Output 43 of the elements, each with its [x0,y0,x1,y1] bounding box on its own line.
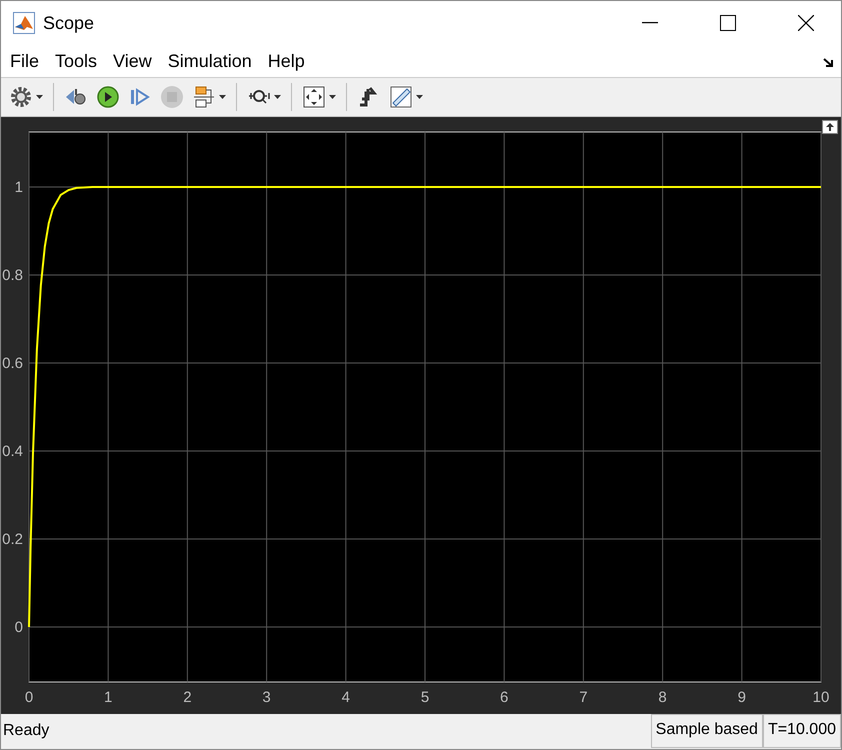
x-tick-label: 7 [579,688,588,706]
y-tick-label: 0.2 [2,530,23,548]
caret-icon [36,95,43,100]
caret-icon [219,95,226,100]
menu-item[interactable]: Help [260,50,313,72]
gear-icon [9,85,33,110]
y-tick-label: 0 [14,618,23,636]
caret-icon [416,95,423,100]
x-tick-label: 4 [342,688,350,706]
y-tick-label: 0.4 [2,442,23,460]
maximize-icon[interactable] [720,15,736,31]
block-diagram-icon [192,85,216,110]
app-logo-icon [13,12,35,34]
x-tick-label: 2 [183,688,192,706]
sample-mode-label: Sample based [650,714,763,748]
x-tick-label: 1 [104,688,112,706]
x-tick-label: 10 [812,688,830,706]
stop-icon [160,85,184,110]
x-tick-label: 0 [24,688,34,706]
menu-item[interactable]: File [2,50,48,72]
status-text: Ready [3,722,50,740]
x-tick-label: 5 [420,688,430,706]
close-icon[interactable] [798,15,814,31]
x-tick-label: 6 [500,688,508,706]
sim-time-label: T=10.000 [762,714,841,748]
y-tick-label: 0.6 [2,354,23,372]
caret-icon [329,95,336,100]
run-icon [96,85,120,110]
dock-arrow-icon[interactable] [823,56,835,68]
ruler-icon [389,85,413,110]
minimize-icon[interactable] [642,22,658,24]
menu-item[interactable]: View [105,50,160,72]
window-title: Scope [43,12,96,34]
x-tick-label: 8 [658,688,667,706]
y-tick-label: 1 [14,178,23,196]
x-tick-label: 3 [262,688,271,706]
y-tick-label: 0.8 [2,266,23,284]
menu-item[interactable]: Simulation [160,50,260,72]
fit-to-view-icon [302,85,326,110]
x-tick-label: 9 [738,688,746,706]
menu-item[interactable]: Tools [47,50,106,72]
caret-icon [274,95,281,100]
undock-icon[interactable] [822,120,838,134]
